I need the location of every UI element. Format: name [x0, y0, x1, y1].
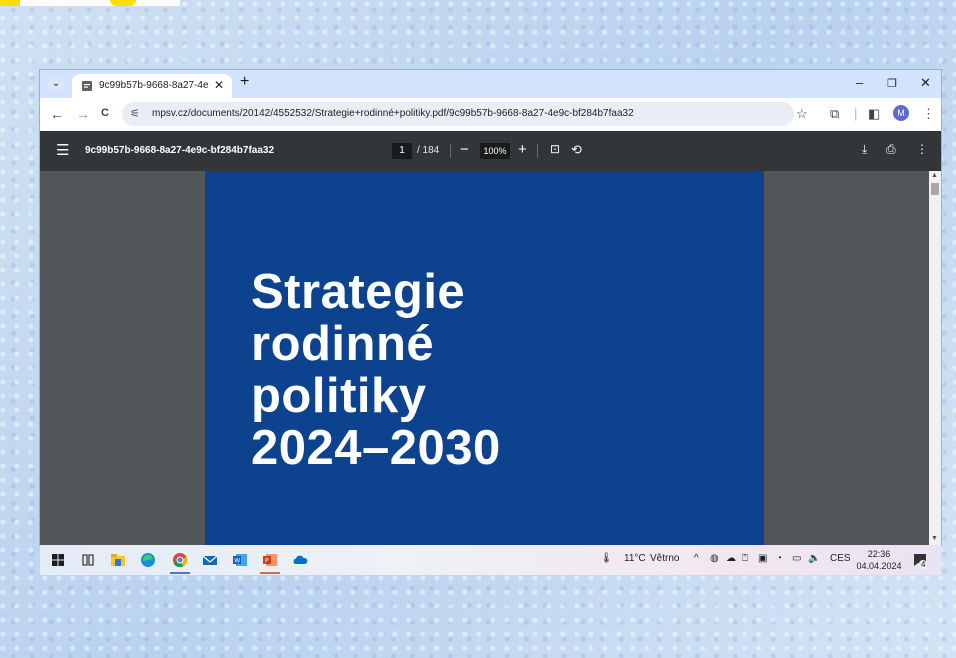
tray-monitor-icon[interactable]: ▣ — [758, 553, 767, 564]
svg-text:P: P — [265, 558, 269, 565]
active-app-indicator — [170, 572, 190, 574]
more-menu-icon[interactable]: ⋮ — [922, 106, 935, 122]
usb-icon[interactable]: ⍞ — [742, 553, 748, 564]
system-clock[interactable]: 22:36 04.04.2024 — [852, 548, 906, 572]
tab-search-dropdown[interactable]: ⌄ — [48, 76, 64, 92]
tab-title: 9c99b57b-9668-8a27-4e9c-bf284b7faa32 — [99, 80, 209, 91]
reload-button[interactable]: C — [101, 107, 109, 119]
mail-icon[interactable] — [202, 552, 218, 568]
toolbar-divider — [450, 144, 451, 158]
battery-icon[interactable]: ▭ — [792, 553, 801, 564]
minimize-button[interactable]: – — [856, 75, 863, 90]
forward-button[interactable]: → — [76, 106, 90, 122]
fit-page-icon[interactable]: ⊡ — [550, 142, 560, 156]
notification-count-badge: 4 — [919, 560, 928, 570]
weather-icon[interactable]: 🌡 — [600, 553, 613, 564]
tab-close-icon[interactable]: ✕ — [214, 78, 224, 92]
bookmark-star-icon[interactable]: ☆ — [796, 106, 808, 122]
rotate-icon[interactable]: ⟲ — [571, 142, 582, 158]
profile-avatar[interactable]: M — [893, 105, 909, 121]
weather-temperature[interactable]: 11°C — [624, 553, 646, 564]
svg-text:W: W — [234, 558, 240, 565]
new-tab-button[interactable]: + — [240, 73, 249, 91]
browser-window: ⌄ 9c99b57b-9668-8a27-4e9c-bf284b7faa32 ✕… — [40, 70, 941, 545]
task-view-icon[interactable] — [80, 552, 96, 568]
toolbar-divider — [537, 144, 538, 158]
onedrive-icon[interactable] — [292, 552, 308, 568]
pdf-more-menu-icon[interactable]: ⋮ — [916, 142, 928, 156]
pdf-menu-icon[interactable]: ☰ — [56, 141, 69, 159]
close-window-button[interactable]: ✕ — [920, 75, 931, 91]
tab-bar: ⌄ 9c99b57b-9668-8a27-4e9c-bf284b7faa32 ✕… — [40, 70, 941, 98]
tray-app-icon[interactable]: ◍ — [710, 553, 719, 564]
zoom-input[interactable]: 100% — [480, 143, 510, 159]
pdf-favicon-icon — [82, 81, 92, 91]
desktop-corner-decoration — [0, 0, 180, 6]
scrollbar-thumb[interactable] — [931, 183, 939, 195]
pdf-file-name: 9c99b57b-9668-8a27-4e9c-bf284b7faa32 — [85, 145, 275, 156]
address-bar[interactable]: ⚟ mpsv.cz/documents/20142/4552532/Strate… — [122, 102, 794, 126]
language-indicator[interactable]: CES — [830, 553, 851, 564]
title-line: rodinné — [251, 317, 435, 371]
windows-taskbar: W P 🌡 11°C Větrno ^ ◍ ☁ ⍞ ▣ ◔ ▭ 🔈 CES 22… — [40, 545, 941, 575]
title-line: 2024–2030 — [251, 421, 501, 475]
active-app-indicator — [260, 572, 280, 574]
volume-icon[interactable]: 🔈 — [808, 553, 820, 564]
clock-date: 04.04.2024 — [856, 561, 902, 571]
download-icon[interactable]: ⤓ — [862, 142, 867, 157]
browser-toolbar: ← → C ⚟ mpsv.cz/documents/20142/4552532/… — [40, 98, 941, 131]
url-text: mpsv.cz/documents/20142/4552532/Strategi… — [152, 108, 634, 119]
print-icon[interactable]: ⎙ — [886, 142, 896, 157]
zoom-in-button[interactable]: + — [518, 141, 527, 158]
scroll-down-icon[interactable]: ▼ — [931, 535, 938, 542]
site-info-icon[interactable]: ⚟ — [130, 107, 140, 120]
word-icon[interactable]: W — [232, 552, 248, 568]
pdf-viewer-area: Strategie rodinné politiky 2024–2030 — [40, 171, 929, 545]
active-tab[interactable]: 9c99b57b-9668-8a27-4e9c-bf284b7faa32 ✕ — [72, 74, 232, 98]
windows-start-icon[interactable] — [50, 552, 66, 568]
side-panel-icon[interactable]: ◧ — [868, 106, 880, 122]
vertical-scrollbar[interactable]: ▲ ▼ — [929, 171, 941, 545]
toolbar-divider: | — [854, 106, 858, 121]
page-total: / 184 — [417, 145, 440, 156]
maximize-button[interactable]: ❐ — [887, 77, 897, 90]
file-explorer-icon[interactable] — [110, 552, 126, 568]
wifi-icon[interactable]: ◔ — [776, 553, 782, 564]
zoom-out-button[interactable]: − — [460, 141, 469, 158]
title-line: Strategie — [251, 265, 466, 319]
pdf-page: Strategie rodinné politiky 2024–2030 — [205, 171, 764, 545]
yellow-shape — [110, 0, 136, 6]
onedrive-tray-icon[interactable]: ☁ — [726, 553, 736, 564]
back-button[interactable]: ← — [50, 106, 64, 122]
show-hidden-icons-chevron-icon[interactable]: ^ — [694, 553, 699, 564]
chrome-icon[interactable] — [172, 552, 188, 568]
weather-description[interactable]: Větrno — [650, 553, 679, 564]
page-number-input[interactable]: 1 — [392, 143, 412, 159]
yellow-shape — [0, 0, 20, 6]
pdf-toolbar: ☰ 9c99b57b-9668-8a27-4e9c-bf284b7faa32 1… — [40, 131, 941, 171]
scroll-up-icon[interactable]: ▲ — [931, 172, 938, 179]
powerpoint-icon[interactable]: P — [262, 552, 278, 568]
document-title: Strategie rodinné politiky 2024–2030 — [251, 266, 501, 474]
edge-browser-icon[interactable] — [140, 552, 156, 568]
extensions-icon[interactable]: ⧉ — [830, 106, 839, 122]
clock-time: 22:36 — [867, 549, 891, 559]
title-line: politiky — [251, 369, 427, 423]
